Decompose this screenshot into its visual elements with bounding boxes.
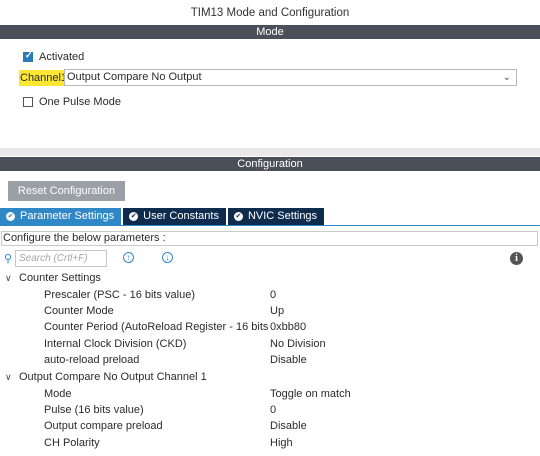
search-input[interactable] <box>15 250 107 267</box>
activated-checkbox[interactable] <box>23 50 33 62</box>
down-arrow-icon[interactable]: ↓ <box>162 252 173 263</box>
param-row[interactable]: Counter Period (AutoReload Register - 16… <box>44 319 524 335</box>
group-title: Output Compare No Output Channel 1 <box>19 371 207 383</box>
tab-label: User Constants <box>143 210 219 222</box>
chevron-down-icon[interactable]: ⌄ <box>503 70 511 85</box>
param-row[interactable]: auto-reload preload Disable <box>44 352 524 368</box>
configuration-section-header: Configuration <box>0 157 540 171</box>
param-name: auto-reload preload <box>44 354 140 366</box>
param-row[interactable]: Pulse (16 bits value) 0 <box>44 402 524 418</box>
param-value[interactable]: 0 <box>270 402 276 418</box>
param-value[interactable]: Up <box>270 303 284 319</box>
param-value[interactable]: 0xbb80 <box>270 319 306 335</box>
chevron-down-icon[interactable]: ∨ <box>5 369 13 385</box>
param-row[interactable]: CH Polarity High <box>44 435 524 451</box>
param-name: CH Polarity <box>44 437 100 449</box>
param-row[interactable]: Output compare preload Disable <box>44 418 524 434</box>
window-title: TIM13 Mode and Configuration <box>190 7 350 19</box>
chevron-down-icon[interactable]: ∨ <box>5 270 13 286</box>
tab-label: NVIC Settings <box>247 210 318 222</box>
one-pulse-row[interactable]: One Pulse Mode <box>23 96 121 108</box>
param-value[interactable]: 0 <box>270 287 276 303</box>
info-icon[interactable]: i <box>510 252 523 265</box>
one-pulse-label: One Pulse Mode <box>39 96 121 108</box>
param-row[interactable]: Mode Toggle on match <box>44 386 524 402</box>
up-arrow-icon[interactable]: ↑ <box>123 252 134 263</box>
tab-parameter-settings[interactable]: ✔ Parameter Settings <box>0 208 122 225</box>
group-title: Counter Settings <box>19 272 101 284</box>
one-pulse-checkbox[interactable] <box>23 97 33 107</box>
param-value[interactable]: No Division <box>270 336 326 352</box>
gear-icon: ✔ <box>233 212 243 221</box>
gear-icon: ✔ <box>6 212 15 221</box>
param-row[interactable]: Prescaler (PSC - 16 bits value) 0 <box>44 287 524 303</box>
channel1-select[interactable]: Output Compare No Output ⌄ <box>64 69 517 86</box>
group-counter-settings[interactable]: ∨ Counter Settings <box>5 270 101 286</box>
group-output-compare-channel-1[interactable]: ∨ Output Compare No Output Channel 1 <box>5 369 207 385</box>
tab-user-constants[interactable]: ✔ User Constants <box>123 208 226 225</box>
param-value[interactable]: High <box>270 435 293 451</box>
reset-configuration-button[interactable]: Reset Configuration <box>8 181 125 201</box>
tab-nvic-settings[interactable]: ✔ NVIC Settings <box>227 208 325 225</box>
param-name: Output compare preload <box>44 420 163 432</box>
tabs-underline <box>0 225 540 226</box>
param-name: Counter Period (AutoReload Register - 16… <box>44 321 270 333</box>
param-row[interactable]: Counter Mode Up <box>44 303 524 319</box>
activated-label: Activated <box>39 51 85 63</box>
param-row[interactable]: Internal Clock Division (CKD) No Divisio… <box>44 336 524 352</box>
param-name: Prescaler (PSC - 16 bits value) <box>44 289 195 301</box>
configure-caption: Configure the below parameters : <box>1 231 538 246</box>
param-value[interactable]: Toggle on match <box>270 386 351 402</box>
channel1-select-value: Output Compare No Output <box>67 71 202 83</box>
param-name: Mode <box>44 388 72 400</box>
param-value[interactable]: Disable <box>270 352 307 368</box>
param-name: Internal Clock Division (CKD) <box>44 338 187 350</box>
channel1-label: Channel1 <box>19 70 69 86</box>
search-icon: ⚲ <box>4 253 13 265</box>
tab-label: Parameter Settings <box>20 210 115 222</box>
param-value[interactable]: Disable <box>270 418 307 434</box>
param-name: Pulse (16 bits value) <box>44 404 144 416</box>
gear-icon: ✔ <box>129 212 139 221</box>
activated-row[interactable]: Activated <box>23 50 85 63</box>
mode-section-header: Mode <box>0 25 540 39</box>
param-name: Counter Mode <box>44 305 114 317</box>
section-divider <box>0 148 540 156</box>
config-tabs: ✔ Parameter Settings ✔ User Constants ✔ … <box>0 208 326 225</box>
